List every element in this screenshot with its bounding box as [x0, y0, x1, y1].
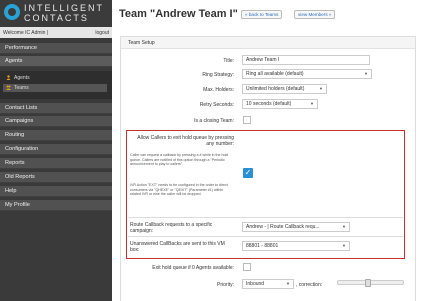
back-to-teams-button[interactable]: « back to Teams [241, 10, 283, 19]
page-title: Team "Andrew Team I" [119, 8, 238, 20]
retry-seconds-label: Retry Seconds: [199, 102, 234, 108]
unanswered-vm-value: 88801 - 88801 [246, 243, 279, 249]
nav-agents[interactable]: Agents [0, 56, 112, 67]
correction-label: , correction: [296, 282, 323, 288]
correction-slider[interactable] [337, 279, 404, 287]
slider-handle[interactable] [365, 279, 371, 287]
priority-label: Priority: [217, 282, 234, 288]
nav-my-profile[interactable]: My Profile [0, 200, 112, 211]
nav-campaigns[interactable]: Campaigns [0, 116, 112, 127]
chevron-down-icon: ▼ [342, 243, 346, 248]
exit-zero-agents-checkbox[interactable] [243, 263, 251, 271]
max-holders-label: Max. Holders: [203, 87, 234, 93]
brand-line2: CONTACTS [24, 13, 89, 23]
agents-subnav: Agents Teams [0, 71, 112, 99]
closing-team-checkbox[interactable] [243, 116, 251, 124]
unanswered-vm-select[interactable]: 88801 - 88801 ▼ [242, 241, 350, 251]
nav-help[interactable]: Help [0, 186, 112, 197]
view-members-button[interactable]: view Members » [294, 10, 336, 19]
person-icon [6, 75, 11, 80]
allow-exit-label: Allow Callers to exit hold queue by pres… [137, 135, 234, 147]
chevron-down-icon: ▼ [364, 71, 368, 76]
unanswered-callbacks-label: Unanswered CallBacks are sent to this VM… [130, 241, 225, 253]
nav-performance[interactable]: Performance [0, 43, 112, 54]
nav-configuration[interactable]: Configuration [0, 144, 112, 155]
route-callback-select[interactable]: Andrew - | Route Callback requ... ▼ [242, 222, 350, 232]
chevron-down-icon: ▼ [310, 101, 314, 106]
panel-title: Team Setup [121, 37, 415, 49]
subnav-teams-label: Teams [14, 85, 29, 91]
max-holders-select[interactable]: Unlimited holders (default) ▼ [242, 84, 327, 94]
priority-value: Inbound [246, 281, 265, 287]
ring-strategy-select[interactable]: Ring all available (default) ▼ [242, 69, 372, 79]
logout-link[interactable]: logout [95, 30, 109, 36]
ivr-action-help-text: IVR Action "EXT" needs to be configured … [130, 183, 228, 197]
subnav-agents[interactable]: Agents [6, 74, 30, 82]
brand-logo[interactable]: INTELLIGENT CONTACTS [0, 0, 112, 26]
nav-reports[interactable]: Reports [0, 158, 112, 169]
welcome-bar: Welcome IC Admin | logout [0, 27, 112, 38]
welcome-text: Welcome IC Admin | [3, 30, 49, 36]
chevron-down-icon: ▼ [286, 281, 290, 286]
team-icon [6, 85, 11, 90]
nav-contact-lists[interactable]: Contact Lists [0, 103, 112, 114]
route-callback-label: Route Callback requests to a specific ca… [130, 222, 213, 234]
title-label: Title: [223, 58, 234, 64]
sidebar: INTELLIGENT CONTACTS Welcome IC Admin | … [0, 0, 112, 301]
exit-zero-agents-label: Exit hold queue if 0 Agents available: [152, 265, 234, 271]
route-callback-value: Andrew - | Route Callback requ... [246, 224, 320, 230]
retry-seconds-value: 10 seconds (default) [246, 101, 292, 107]
callback-help-text: Caller can request a callback by pressin… [130, 153, 229, 167]
nav-routing[interactable]: Routing [0, 130, 112, 141]
chevron-down-icon: ▼ [319, 86, 323, 91]
subnav-agents-label: Agents [14, 75, 30, 81]
title-input[interactable]: Andrew Team I [242, 55, 370, 65]
chevron-down-icon: ▼ [342, 224, 346, 229]
closing-team-label: Is a closing Team: [194, 118, 234, 124]
brand-line1: INTELLIGENT [24, 3, 105, 13]
ring-strategy-value: Ring all available (default) [246, 71, 304, 77]
subnav-teams[interactable]: Teams [3, 84, 107, 92]
allow-exit-checkbox[interactable]: ✓ [243, 168, 253, 178]
ring-strategy-label: Ring Strategy: [202, 72, 234, 78]
retry-seconds-select[interactable]: 10 seconds (default) ▼ [242, 99, 318, 109]
logo-icon [4, 4, 20, 20]
priority-select[interactable]: Inbound ▼ [242, 279, 294, 289]
max-holders-value: Unlimited holders (default) [246, 86, 305, 92]
nav-old-reports[interactable]: Old Reports [0, 172, 112, 183]
